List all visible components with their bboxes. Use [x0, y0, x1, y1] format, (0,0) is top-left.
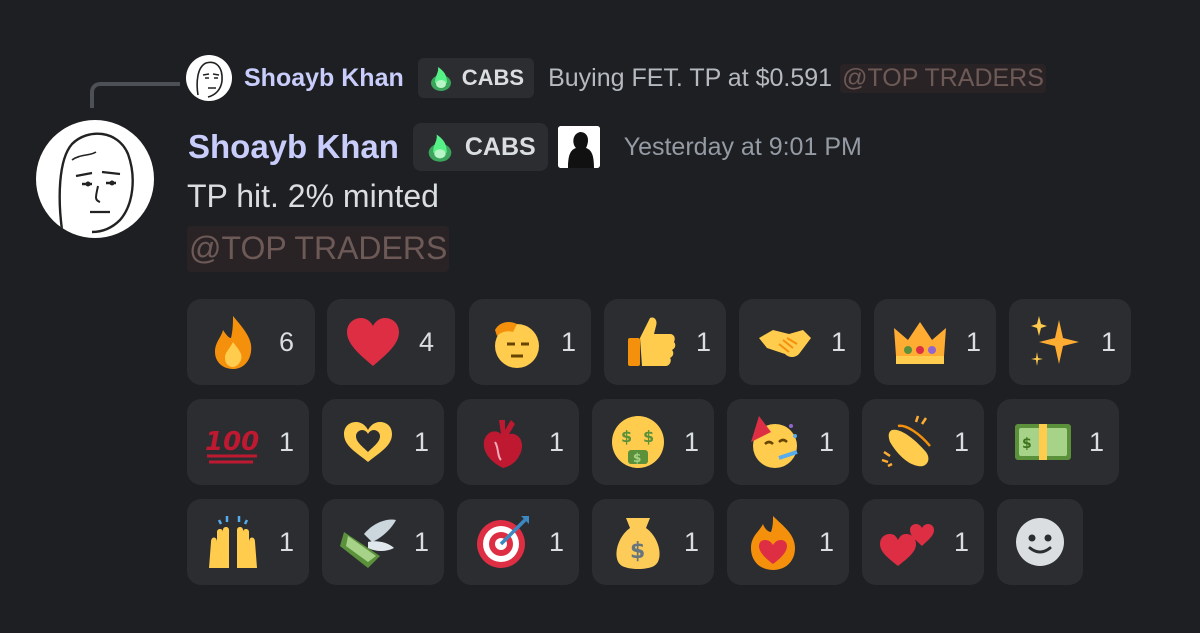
svg-text:100: 100 [205, 427, 259, 457]
reply-role-mention[interactable]: @TOP TRADERS [840, 63, 1046, 93]
reaction-crown[interactable]: 1 [874, 299, 996, 385]
heart-hands-icon [344, 422, 392, 462]
server-tag-label: CABS [464, 132, 536, 161]
reaction-count: 4 [419, 326, 435, 357]
reaction-heart-hands[interactable]: 1 [322, 399, 444, 485]
reaction-red-heart[interactable]: 4 [327, 299, 455, 385]
reaction-count: 6 [279, 326, 295, 357]
reaction-sparkles[interactable]: 1 [1009, 299, 1131, 385]
reaction-count: 1 [549, 426, 565, 457]
wojak-icon [196, 61, 223, 98]
message-author[interactable]: Shoayb Khan [188, 128, 399, 166]
direct-hit-icon [477, 516, 529, 568]
money-mouth-face-icon: $ $ $ [612, 416, 664, 468]
crown-icon [894, 322, 946, 364]
thumbs-up-icon [628, 317, 676, 366]
sparkles-icon [1031, 316, 1079, 366]
replied-message[interactable]: Shoayb Khan CABS Buying FET. TP at $0.59… [186, 55, 1046, 101]
reply-author[interactable]: Shoayb Khan [244, 64, 404, 93]
role-icon[interactable] [557, 126, 600, 168]
reaction-money-mouth-face[interactable]: $ $ $ 1 [592, 399, 714, 485]
add-reaction-button[interactable] [997, 499, 1083, 585]
reaction-handshake[interactable]: 1 [739, 299, 861, 385]
reaction-count: 1 [966, 326, 982, 357]
reaction-dollar-banknote[interactable]: $ 1 [997, 399, 1119, 485]
role-mention[interactable]: @TOP TRADERS [187, 226, 450, 272]
reaction-count: 1 [279, 526, 295, 557]
reaction-anatomical-heart[interactable]: 1 [457, 399, 579, 485]
reaction-saluting-face[interactable]: 1 [469, 299, 591, 385]
reply-text[interactable]: Buying FET. TP at $0.591 [548, 64, 832, 93]
reaction-clapping-hands[interactable]: 1 [862, 399, 984, 485]
reaction-fire[interactable]: 6 [187, 299, 315, 385]
reaction-count: 1 [1089, 426, 1105, 457]
reply-tag-label: CABS [461, 65, 525, 90]
reaction-count: 1 [696, 326, 712, 357]
reaction-count: 1 [684, 526, 700, 557]
money-bag-icon: $ [616, 518, 660, 569]
server-tag[interactable]: CABS [412, 123, 548, 171]
money-with-wings-icon [340, 519, 396, 568]
message-header: Shoayb Khan CABS Yesterday at 9:01 PM [188, 122, 862, 172]
svg-text:$: $ [633, 451, 641, 465]
reply-server-tag[interactable]: CABS [417, 58, 535, 98]
svg-text:$: $ [621, 427, 632, 446]
message-timestamp[interactable]: Yesterday at 9:01 PM [624, 133, 862, 162]
reaction-thumbs-up[interactable]: 1 [604, 299, 726, 385]
heart-on-fire-icon [751, 516, 795, 570]
svg-text:$: $ [643, 427, 654, 446]
reaction-count: 1 [684, 426, 700, 457]
fire-icon [215, 316, 252, 369]
reaction-count: 1 [414, 526, 430, 557]
raising-hands-icon [209, 516, 257, 568]
handshake-icon [759, 330, 811, 357]
reaction-count: 1 [549, 526, 565, 557]
reaction-count: 1 [414, 426, 430, 457]
dollar-banknote-icon: $ [1015, 424, 1071, 460]
reaction-money-bag[interactable]: $ 1 [592, 499, 714, 585]
smiley-icon [1016, 518, 1064, 566]
reaction-count: 1 [561, 326, 577, 357]
clapping-hands-icon [881, 415, 931, 468]
author-avatar[interactable] [36, 120, 154, 238]
reaction-count: 1 [1101, 326, 1117, 357]
hundred-points-icon: 100 [205, 427, 259, 464]
reaction-count: 1 [954, 426, 970, 457]
reaction-raising-hands[interactable]: 1 [187, 499, 309, 585]
wojak-icon [58, 132, 134, 234]
reaction-two-hearts[interactable]: 1 [862, 499, 984, 585]
reaction-money-with-wings[interactable]: 1 [322, 499, 444, 585]
reply-avatar[interactable] [186, 55, 232, 101]
reaction-count: 1 [819, 526, 835, 557]
silhouette-icon [557, 126, 600, 168]
reaction-direct-hit[interactable]: 1 [457, 499, 579, 585]
reply-connector [90, 82, 180, 108]
reaction-count: 1 [279, 426, 295, 457]
reaction-count: 1 [819, 426, 835, 457]
red-heart-icon [347, 318, 399, 366]
reaction-partying-face[interactable]: 1 [727, 399, 849, 485]
reaction-count: 1 [954, 526, 970, 557]
reaction-hundred-points[interactable]: 100 1 [187, 399, 309, 485]
partying-face-icon [751, 416, 798, 468]
reaction-heart-on-fire[interactable]: 1 [727, 499, 849, 585]
reaction-count: 1 [831, 326, 847, 357]
green-flame-icon [430, 67, 451, 91]
svg-text:$: $ [1022, 436, 1032, 452]
green-flame-icon [428, 134, 452, 162]
message-text: TP hit. 2% minted [187, 178, 439, 214]
two-hearts-icon [880, 524, 934, 566]
saluting-face-icon [495, 322, 539, 368]
anatomical-heart-icon [483, 420, 523, 468]
svg-text:$: $ [630, 539, 645, 564]
